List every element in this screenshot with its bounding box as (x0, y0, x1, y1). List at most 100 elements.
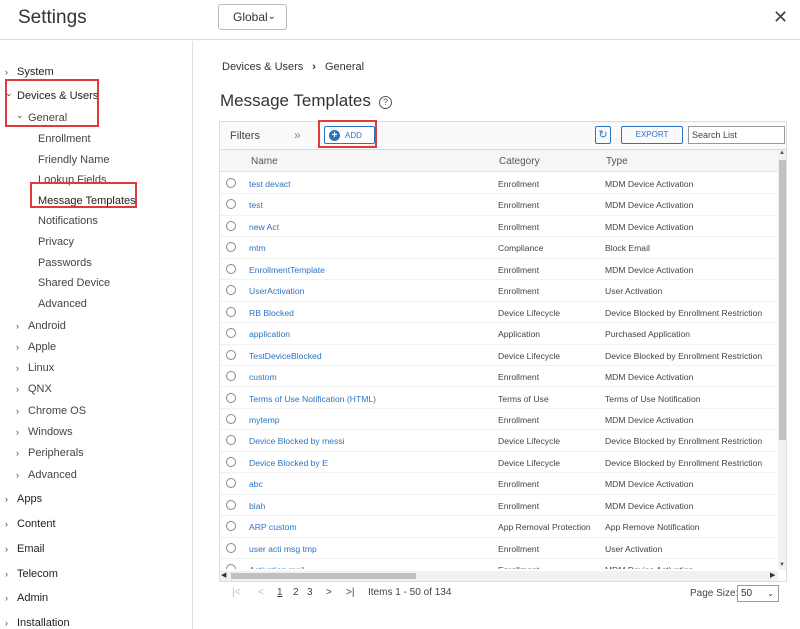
table-row[interactable]: Device Blocked by messi Device Lifecycle D… (220, 430, 777, 452)
row-select-radio[interactable] (226, 435, 236, 446)
sidebar-item-shared-device[interactable]: Shared Device (38, 277, 110, 289)
row-select-radio[interactable] (226, 306, 236, 317)
close-icon[interactable]: ✕ (773, 7, 788, 28)
sidebar-item-privacy[interactable]: Privacy (38, 236, 74, 248)
row-select-radio[interactable] (226, 349, 236, 360)
sidebar-item-android[interactable]: › Android (16, 320, 66, 332)
vertical-scrollbar[interactable]: ▲ ▼ (778, 150, 786, 570)
first-page-icon[interactable]: |< (232, 587, 240, 598)
template-name-link[interactable]: UserActivation (249, 286, 304, 296)
template-name-link[interactable]: test devact (249, 179, 291, 189)
sidebar-item-linux[interactable]: › Linux (16, 362, 54, 374)
template-name-link[interactable]: TestDeviceBlocked (249, 351, 322, 361)
table-row[interactable]: user acti msg tmp Enrollment User Activati… (220, 538, 777, 560)
table-row[interactable]: abc Enrollment MDM Device Activation (220, 473, 777, 495)
scroll-left-icon[interactable]: ◀ (221, 571, 226, 579)
sidebar-item-advanced[interactable]: Advanced (38, 298, 87, 310)
table-row[interactable]: mtm Compliance Block Email (220, 237, 777, 259)
template-name-link[interactable]: EnrollmentTemplate (249, 265, 325, 275)
table-row[interactable]: EnrollmentTemplate Enrollment MDM Device A… (220, 259, 777, 281)
sidebar-item-email[interactable]: › Email (5, 543, 45, 555)
column-header-type[interactable]: Type (606, 156, 628, 167)
prev-page-icon[interactable]: < (258, 587, 264, 598)
sidebar-item-apple[interactable]: › Apple (16, 341, 56, 353)
table-row[interactable]: custom Enrollment MDM Device Activation (220, 366, 777, 388)
vertical-scroll-thumb[interactable] (779, 160, 786, 440)
filters-label[interactable]: Filters (230, 130, 260, 142)
expand-filters-icon[interactable]: » (294, 128, 301, 142)
horizontal-scrollbar[interactable]: ◀ ▶ (220, 571, 778, 581)
sidebar-item-installation[interactable]: › Installation (5, 617, 70, 629)
template-name-link[interactable]: mytemp (249, 415, 280, 425)
row-select-radio[interactable] (226, 242, 236, 253)
template-name-link[interactable]: RB Blocked (249, 308, 294, 318)
template-name-link[interactable]: Device Blocked by messi (249, 436, 345, 446)
row-select-radio[interactable] (226, 499, 236, 510)
sidebar-item-telecom[interactable]: › Telecom (5, 568, 58, 580)
page-link-1[interactable]: 1 (277, 587, 283, 598)
sidebar-item-system[interactable]: › System (5, 66, 54, 78)
table-row[interactable]: test devact Enrollment MDM Device Activati… (220, 173, 777, 195)
row-select-radio[interactable] (226, 199, 236, 210)
template-name-link[interactable]: blah (249, 501, 265, 511)
column-header-name[interactable]: Name (251, 156, 278, 167)
row-select-radio[interactable] (226, 285, 236, 296)
table-row[interactable]: ARP custom App Removal Protection App Remo… (220, 516, 777, 538)
row-select-radio[interactable] (226, 413, 236, 424)
next-page-icon[interactable]: > (326, 587, 332, 598)
template-name-link[interactable]: mtm (249, 243, 266, 253)
row-select-radio[interactable] (226, 456, 236, 467)
template-name-link[interactable]: Activation mail (249, 565, 304, 569)
sidebar-item-peripherals[interactable]: › Peripherals (16, 447, 84, 459)
table-row[interactable]: Device Blocked by E Device Lifecycle Devic… (220, 452, 777, 474)
row-select-radio[interactable] (226, 478, 236, 489)
table-row[interactable]: test Enrollment MDM Device Activation (220, 194, 777, 216)
row-select-radio[interactable] (226, 542, 236, 553)
search-list-input[interactable] (688, 126, 785, 144)
breadcrumb-current[interactable]: General (325, 61, 364, 73)
sidebar-item-notifications[interactable]: Notifications (38, 215, 98, 227)
table-row[interactable]: RB Blocked Device Lifecycle Device Blocked… (220, 302, 777, 324)
page-size-select[interactable]: 50 ⌄ (737, 585, 779, 602)
row-select-radio[interactable] (226, 392, 236, 403)
table-row[interactable]: TestDeviceBlocked Device Lifecycle Device … (220, 345, 777, 367)
sidebar-item-chrome-os[interactable]: › Chrome OS (16, 405, 86, 417)
scroll-down-icon[interactable]: ▼ (779, 562, 785, 568)
sidebar-item-qnx[interactable]: › QNX (16, 383, 52, 395)
sidebar-item-admin[interactable]: › Admin (5, 592, 48, 604)
sidebar-item-windows[interactable]: › Windows (16, 426, 73, 438)
breadcrumb-parent[interactable]: Devices & Users (222, 61, 303, 73)
page-link-3[interactable]: 3 (307, 587, 313, 598)
template-name-link[interactable]: Device Blocked by E (249, 458, 328, 468)
table-row[interactable]: Activation mail Enrollment MDM Device Acti… (220, 559, 777, 569)
table-row[interactable]: application Application Purchased Applicat… (220, 323, 777, 345)
table-row[interactable]: mytemp Enrollment MDM Device Activation (220, 409, 777, 431)
column-header-category[interactable]: Category (499, 156, 540, 167)
template-name-link[interactable]: test (249, 200, 263, 210)
row-select-radio[interactable] (226, 263, 236, 274)
page-link-2[interactable]: 2 (293, 587, 299, 598)
refresh-icon[interactable]: ↻ (595, 126, 611, 144)
template-name-link[interactable]: Terms of Use Notification (HTML) (249, 394, 376, 404)
sidebar-item-content[interactable]: › Content (5, 518, 56, 530)
sidebar-item-friendly-name[interactable]: Friendly Name (38, 154, 110, 166)
horizontal-scroll-thumb[interactable] (231, 573, 416, 579)
row-select-radio[interactable] (226, 371, 236, 382)
sidebar-item-advanced[interactable]: › Advanced (16, 469, 77, 481)
template-name-link[interactable]: abc (249, 479, 263, 489)
sidebar-item-enrollment[interactable]: Enrollment (38, 133, 91, 145)
row-select-radio[interactable] (226, 564, 236, 569)
row-select-radio[interactable] (226, 328, 236, 339)
scroll-up-icon[interactable]: ▲ (779, 150, 785, 156)
row-select-radio[interactable] (226, 178, 236, 188)
row-select-radio[interactable] (226, 521, 236, 532)
last-page-icon[interactable]: >| (346, 587, 354, 598)
table-row[interactable]: blah Enrollment MDM Device Activation (220, 495, 777, 517)
sidebar-item-passwords[interactable]: Passwords (38, 257, 92, 269)
table-row[interactable]: Terms of Use Notification (HTML) Terms of… (220, 388, 777, 409)
scroll-right-icon[interactable]: ▶ (770, 571, 775, 579)
table-row[interactable]: UserActivation Enrollment User Activation (220, 280, 777, 302)
help-icon[interactable]: ? (379, 96, 392, 109)
template-name-link[interactable]: custom (249, 372, 277, 382)
row-select-radio[interactable] (226, 220, 236, 231)
